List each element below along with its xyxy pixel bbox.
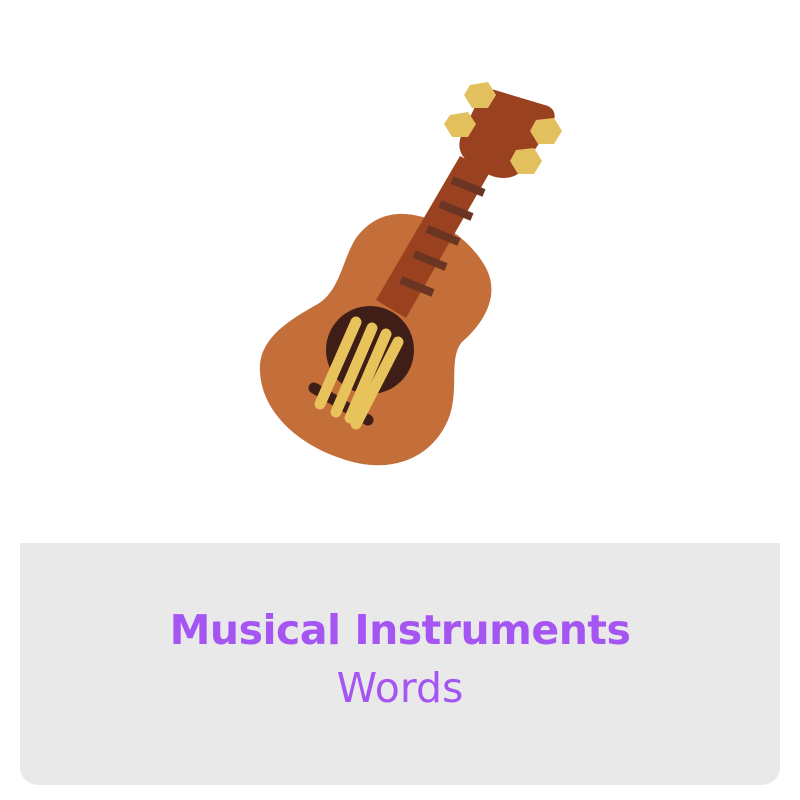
card-title: Musical Instruments bbox=[169, 606, 631, 654]
topic-card[interactable]: Musical Instruments Words bbox=[0, 0, 800, 800]
guitar-icon bbox=[259, 82, 562, 466]
guitar-illustration bbox=[0, 0, 800, 520]
card-subtitle: Words bbox=[336, 664, 464, 712]
